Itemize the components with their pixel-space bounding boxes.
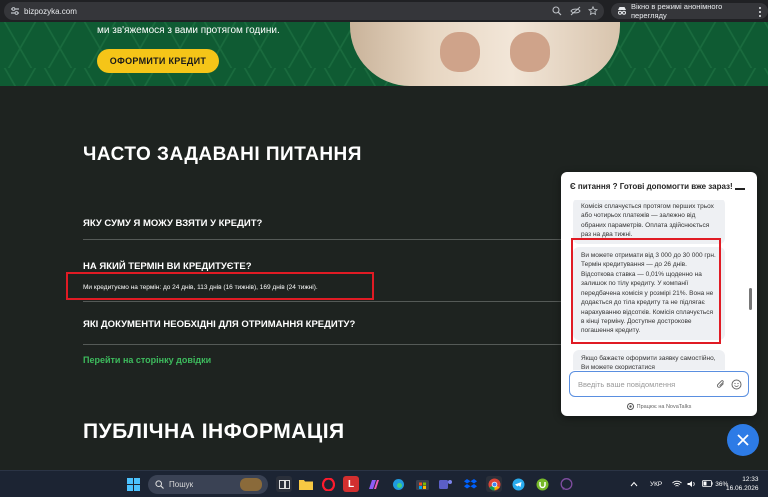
edge-icon[interactable] [390,476,406,492]
highlight-box [66,272,374,300]
faq-divider [83,301,563,302]
site-info-icon[interactable] [8,4,22,18]
hero-section: ми зв'яжемося з вами протягом години. ОФ… [0,22,768,86]
teams-icon[interactable] [438,476,454,492]
search-icon [155,476,164,494]
faq-divider [83,344,563,345]
task-view-icon[interactable] [276,476,292,492]
chat-header: Є питання ? Готові допомогти вже зараз! [561,172,757,200]
chat-widget: Є питання ? Готові допомогти вже зараз! … [561,172,757,416]
zoom-icon[interactable] [551,5,563,17]
incognito-label: Вікно в режимі анонімного перегляду [631,2,723,20]
highlight-box [571,238,721,344]
clock[interactable]: 12:33 16.06.2026 [726,476,759,494]
chrome-icon[interactable] [486,476,502,492]
battery-icon[interactable] [702,480,713,489]
faq-question-amount[interactable]: ЯКУ СУМУ Я МОЖУ ВЗЯТИ У КРЕДИТ? [83,218,262,229]
bookmark-star-icon[interactable] [587,5,599,17]
opera-icon[interactable] [320,476,336,492]
novatalks-logo-icon [626,402,634,412]
dropbox-icon[interactable] [462,476,478,492]
system-tray: УКР 36% [630,471,728,497]
apply-credit-button[interactable]: ОФОРМИТИ КРЕДИТ [97,49,219,73]
chat-footer: Працює на NovaTalks [561,401,757,413]
clock-date: 16.06.2026 [726,484,759,492]
search-highlight-icon [240,478,262,491]
chat-message-input[interactable]: Введіть ваше повідомлення [569,371,749,397]
close-chat-button[interactable] [727,424,759,456]
chat-footer-text: Працює на NovaTalks [636,404,692,410]
help-page-link[interactable]: Перейти на сторінку довідки [83,355,211,365]
chat-input-placeholder: Введіть ваше повідомлення [578,379,676,389]
chat-message: Якщо бажаєте оформити заявку самостійно,… [573,350,725,370]
taskbar-search[interactable]: Пошук [148,475,268,494]
chat-scrollbar-thumb[interactable] [749,288,752,310]
app-l-icon[interactable]: L [343,476,359,492]
hero-text: ми зв'яжемося з вами протягом години. [97,25,280,36]
faq-question-documents[interactable]: ЯКІ ДОКУМЕНТИ НЕОБХІДНІ ДЛЯ ОТРИМАННЯ КР… [83,319,355,330]
attach-icon[interactable] [715,378,727,390]
utorrent-icon[interactable] [534,476,550,492]
wifi-icon[interactable] [672,480,683,490]
tracking-protection-icon[interactable] [569,5,581,17]
faq-title: ЧАСТО ЗАДАВАНІ ПИТАННЯ [83,144,362,165]
viber-icon[interactable] [558,476,574,492]
faq-question-term[interactable]: НА ЯКИЙ ТЕРМІН ВИ КРЕДИТУЄТЕ? [83,261,252,272]
emoji-icon[interactable] [730,378,742,390]
close-icon [737,434,749,446]
taskbar: Пошук L УКР 36% 12:33 16.06.2026 [0,470,768,497]
chat-scrollbar[interactable] [748,200,753,370]
language-indicator[interactable]: УКР [650,481,662,488]
browser-toolbar: bizpozyka.com Вікно в режимі анонімного … [0,0,768,22]
copilot-icon[interactable] [366,476,382,492]
store-icon[interactable] [414,476,430,492]
browser-menu-icon[interactable] [756,5,764,17]
taskbar-search-placeholder: Пошук [169,480,194,489]
telegram-icon[interactable] [510,476,526,492]
incognito-icon [617,2,627,20]
hero-photo [350,22,620,86]
public-info-title: ПУБЛІЧНА ІНФОРМАЦІЯ [83,420,345,443]
tray-overflow-icon[interactable] [630,481,638,489]
start-icon[interactable] [125,476,141,492]
incognito-indicator[interactable]: Вікно в режимі анонімного перегляду [611,2,768,20]
chat-header-title: Є питання ? Готові допомогти вже зараз! [570,181,733,191]
minimize-chat-icon[interactable] [735,188,745,190]
volume-icon[interactable] [687,480,697,490]
address-bar[interactable]: bizpozyka.com [4,2,604,20]
url-text: bizpozyka.com [24,6,77,16]
hero-photo-hand [440,32,480,72]
hero-photo-hand [510,32,550,72]
file-explorer-icon[interactable] [298,476,314,492]
faq-divider [83,239,563,240]
clock-time: 12:33 [742,476,759,483]
